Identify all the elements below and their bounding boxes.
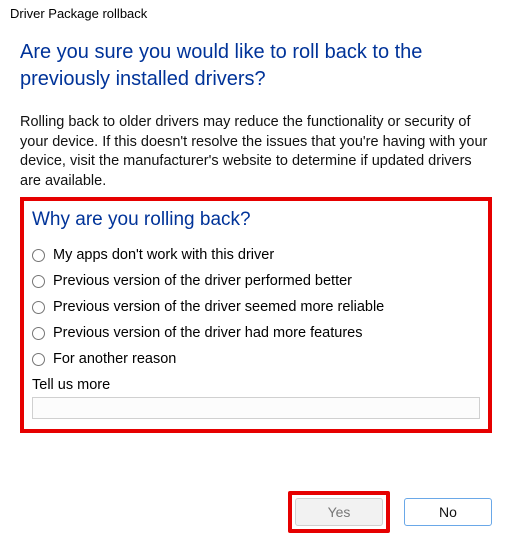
reason-label: Previous version of the driver seemed mo…: [53, 299, 384, 315]
main-heading: Are you sure you would like to roll back…: [20, 39, 492, 93]
reason-radio-2[interactable]: [32, 301, 45, 314]
reason-label: My apps don't work with this driver: [53, 247, 274, 263]
reason-label: Previous version of the driver performed…: [53, 273, 352, 289]
yes-button-highlight: Yes: [288, 491, 390, 533]
reason-section: Why are you rolling back? My apps don't …: [20, 197, 492, 433]
reason-label: For another reason: [53, 351, 176, 367]
no-button[interactable]: No: [404, 498, 492, 526]
reason-radio-0[interactable]: [32, 249, 45, 262]
reason-radio-1[interactable]: [32, 275, 45, 288]
dialog-buttons: Yes No: [288, 491, 492, 533]
reason-radio-4[interactable]: [32, 353, 45, 366]
reason-heading: Why are you rolling back?: [32, 209, 480, 231]
tell-more-input[interactable]: [32, 397, 480, 419]
reason-option[interactable]: My apps don't work with this driver: [32, 247, 480, 263]
warning-text: Rolling back to older drivers may reduce…: [20, 113, 492, 191]
reason-option[interactable]: Previous version of the driver performed…: [32, 273, 480, 289]
tell-more-label: Tell us more: [32, 377, 480, 393]
reason-option[interactable]: For another reason: [32, 351, 480, 367]
reason-option[interactable]: Previous version of the driver seemed mo…: [32, 299, 480, 315]
reason-radio-3[interactable]: [32, 327, 45, 340]
window-title: Driver Package rollback: [0, 0, 512, 25]
reason-option[interactable]: Previous version of the driver had more …: [32, 325, 480, 341]
reason-label: Previous version of the driver had more …: [53, 325, 362, 341]
yes-button[interactable]: Yes: [295, 498, 383, 526]
dialog-content: Are you sure you would like to roll back…: [0, 25, 512, 443]
